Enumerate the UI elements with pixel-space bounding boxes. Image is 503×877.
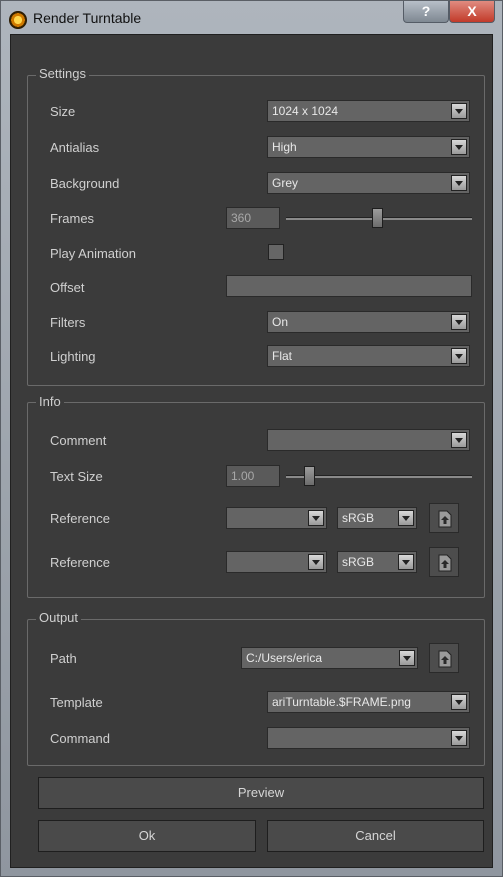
lighting-label: Lighting <box>50 349 96 364</box>
background-value: Grey <box>272 176 299 190</box>
info-group-title: Info <box>36 394 64 409</box>
comment-label: Comment <box>50 433 107 448</box>
reference-2-label: Reference <box>50 555 110 570</box>
reference-1-colorspace-dropdown[interactable]: sRGB <box>337 507 417 529</box>
chevron-down-icon[interactable] <box>451 348 467 364</box>
frames-label: Frames <box>50 211 95 226</box>
path-browse-button[interactable] <box>429 643 459 673</box>
title-bar[interactable]: Render Turntable ? X <box>1 1 502 35</box>
path-dropdown[interactable]: C:/Users/erica <box>241 647 418 669</box>
play-animation-checkbox[interactable] <box>268 244 284 260</box>
settings-group-title: Settings <box>36 66 89 81</box>
ok-button[interactable]: Ok <box>38 820 256 852</box>
load-file-icon <box>438 510 452 528</box>
path-value: C:/Users/erica <box>246 651 323 665</box>
chevron-down-icon[interactable] <box>308 510 324 526</box>
template-label: Template <box>50 695 103 710</box>
background-label: Background <box>50 176 120 191</box>
load-file-icon <box>438 554 452 572</box>
chevron-down-icon[interactable] <box>451 730 467 746</box>
chevron-down-icon[interactable] <box>451 139 467 155</box>
reference-1-colorspace-value: sRGB <box>342 511 375 525</box>
filters-label: Filters <box>50 315 86 330</box>
chevron-down-icon[interactable] <box>451 432 467 448</box>
reference-1-load-button[interactable] <box>429 503 459 533</box>
cancel-button[interactable]: Cancel <box>267 820 484 852</box>
text-size-slider-handle[interactable] <box>303 466 315 486</box>
reference-2-load-button[interactable] <box>429 547 459 577</box>
chevron-down-icon[interactable] <box>398 554 414 570</box>
app-icon <box>9 11 27 29</box>
text-size-input[interactable]: 1.00 <box>226 465 280 487</box>
text-size-label: Text Size <box>50 469 103 484</box>
path-label: Path <box>50 651 77 666</box>
size-label: Size <box>50 104 76 119</box>
template-value: ariTurntable.$FRAME.png <box>272 695 411 709</box>
command-label: Command <box>50 731 110 746</box>
size-value: 1024 x 1024 <box>272 104 339 118</box>
size-dropdown[interactable]: 1024 x 1024 <box>267 100 470 122</box>
antialias-label: Antialias <box>50 140 100 155</box>
filters-dropdown[interactable]: On <box>267 311 470 333</box>
chevron-down-icon[interactable] <box>451 314 467 330</box>
reference-1-label: Reference <box>50 511 110 526</box>
chevron-down-icon[interactable] <box>451 175 467 191</box>
background-dropdown[interactable]: Grey <box>267 172 470 194</box>
chevron-down-icon[interactable] <box>451 694 467 710</box>
comment-dropdown[interactable] <box>267 429 470 451</box>
lighting-value: Flat <box>272 349 293 363</box>
antialias-dropdown[interactable]: High <box>267 136 470 158</box>
command-dropdown[interactable] <box>267 727 470 749</box>
filters-value: On <box>272 315 289 329</box>
frames-input[interactable]: 360 <box>226 207 280 229</box>
chevron-down-icon[interactable] <box>398 510 414 526</box>
close-button[interactable]: X <box>449 1 495 23</box>
reference-1-dropdown[interactable] <box>226 507 327 529</box>
output-group-title: Output <box>36 610 82 625</box>
reference-2-dropdown[interactable] <box>226 551 327 573</box>
preview-button[interactable]: Preview <box>38 777 484 809</box>
lighting-dropdown[interactable]: Flat <box>267 345 470 367</box>
reference-2-colorspace-dropdown[interactable]: sRGB <box>337 551 417 573</box>
chevron-down-icon[interactable] <box>451 103 467 119</box>
offset-input[interactable] <box>226 275 472 297</box>
template-dropdown[interactable]: ariTurntable.$FRAME.png <box>267 691 470 713</box>
reference-2-colorspace-value: sRGB <box>342 555 375 569</box>
antialias-value: High <box>272 140 297 154</box>
frames-slider-handle[interactable] <box>371 208 383 228</box>
window-title: Render Turntable <box>33 10 142 26</box>
offset-label: Offset <box>50 280 85 295</box>
chevron-down-icon[interactable] <box>399 650 415 666</box>
help-button[interactable]: ? <box>403 1 449 23</box>
chevron-down-icon[interactable] <box>308 554 324 570</box>
play-animation-label: Play Animation <box>50 246 136 261</box>
load-file-icon <box>438 650 452 668</box>
